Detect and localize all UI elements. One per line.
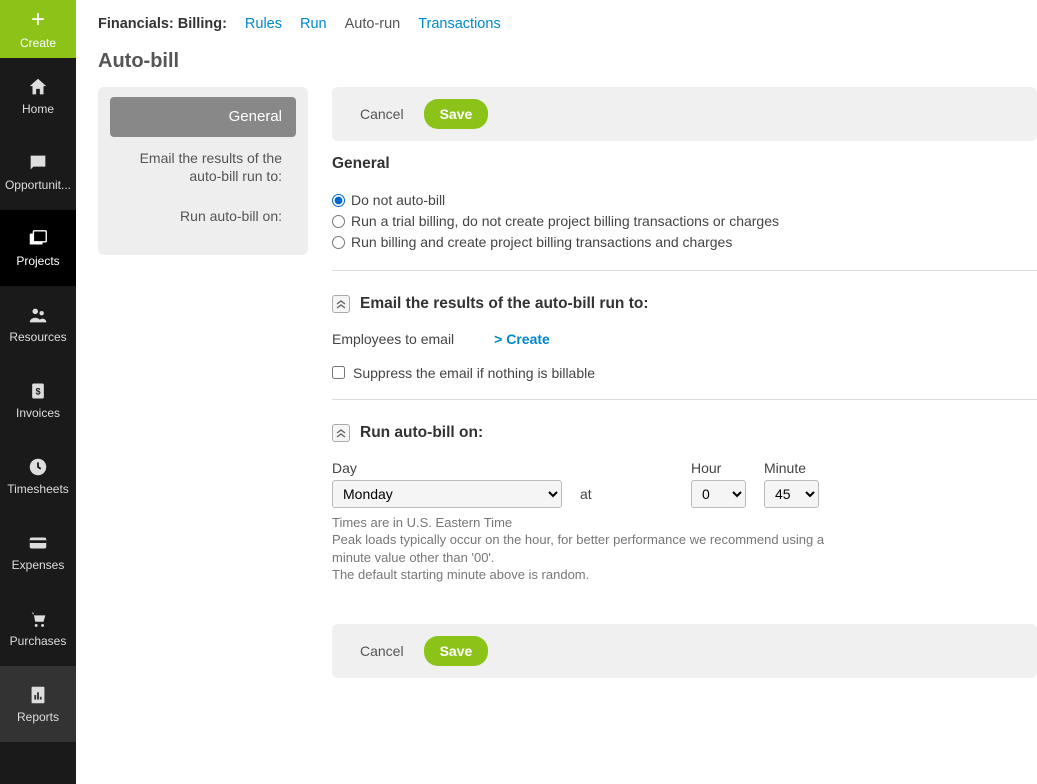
at-label: at: [580, 486, 592, 508]
employees-label: Employees to email: [332, 331, 454, 347]
chevron-double-up-icon: [336, 428, 346, 438]
report-icon: [27, 684, 49, 706]
minute-select[interactable]: 45: [764, 480, 819, 508]
radio-trial-billing[interactable]: [332, 215, 345, 228]
mini-nav-general[interactable]: General: [110, 97, 296, 137]
divider: [332, 399, 1037, 400]
sidebar-item-expenses[interactable]: Expenses: [0, 514, 76, 590]
sidebar-create-button[interactable]: + Create: [0, 0, 76, 58]
email-title-text: Email the results of the auto-bill run t…: [360, 295, 648, 313]
sidebar-expenses-label: Expenses: [12, 558, 65, 572]
sidebar-timesheets-label: Timesheets: [7, 482, 69, 496]
button-bar-top: Cancel Save: [332, 87, 1037, 141]
schedule-row: Day Monday at Hour 0 Minute 45: [332, 460, 1037, 508]
breadcrumb-run[interactable]: Run: [300, 16, 327, 32]
sidebar-resources-label: Resources: [9, 330, 66, 344]
people-icon: [27, 304, 49, 326]
hour-select[interactable]: 0: [691, 480, 746, 508]
plus-icon: +: [31, 8, 45, 32]
suppress-email-checkbox[interactable]: [332, 366, 345, 379]
collapse-icon[interactable]: [332, 424, 350, 442]
breadcrumb-label: Financials: Billing:: [98, 16, 227, 32]
sidebar-item-timesheets[interactable]: Timesheets: [0, 438, 76, 514]
credit-card-icon: [27, 532, 49, 554]
breadcrumb-transactions[interactable]: Transactions: [418, 16, 500, 32]
sidebar-item-opportunities[interactable]: Opportunit...: [0, 134, 76, 210]
section-general-title: General: [332, 155, 1037, 173]
breadcrumb: Financials: Billing: Rules Run Auto-run …: [98, 16, 1015, 32]
sidebar: + Create Home Opportunit... Projects Res…: [0, 0, 76, 784]
sidebar-item-home[interactable]: Home: [0, 58, 76, 134]
chat-icon: [27, 152, 49, 174]
schedule-title-text: Run auto-bill on:: [360, 424, 483, 442]
breadcrumb-bar: Financials: Billing: Rules Run Auto-run …: [76, 0, 1037, 87]
svg-text:$: $: [35, 386, 40, 396]
sidebar-create-label: Create: [20, 36, 56, 50]
minute-label: Minute: [764, 460, 819, 476]
mini-nav: General Email the results of the auto-bi…: [98, 87, 308, 255]
sidebar-opportunities-label: Opportunit...: [5, 178, 71, 192]
content: General Email the results of the auto-bi…: [76, 87, 1037, 784]
sidebar-reports-label: Reports: [17, 710, 59, 724]
sidebar-invoices-label: Invoices: [16, 406, 60, 420]
cancel-button[interactable]: Cancel: [360, 643, 404, 659]
button-bar-bottom: Cancel Save: [332, 624, 1037, 678]
mini-nav-email[interactable]: Email the results of the auto-bill run t…: [110, 139, 296, 195]
radio-run-billing[interactable]: [332, 236, 345, 249]
schedule-help: Times are in U.S. Eastern Time Peak load…: [332, 514, 832, 584]
help-line-3: The default starting minute above is ran…: [332, 566, 832, 584]
sidebar-purchases-label: Purchases: [10, 634, 67, 648]
projects-icon: [27, 228, 49, 250]
cart-icon: [27, 608, 49, 630]
radio-do-not-autobill[interactable]: [332, 194, 345, 207]
sidebar-item-invoices[interactable]: $ Invoices: [0, 362, 76, 438]
sidebar-item-projects[interactable]: Projects: [0, 210, 76, 286]
main: Financials: Billing: Rules Run Auto-run …: [76, 0, 1037, 784]
breadcrumb-autorun: Auto-run: [345, 16, 401, 32]
employees-to-email-row: Employees to email > Create: [332, 331, 1037, 347]
page-title: Auto-bill: [98, 50, 1015, 73]
breadcrumb-rules[interactable]: Rules: [245, 16, 282, 32]
sidebar-item-resources[interactable]: Resources: [0, 286, 76, 362]
help-line-2: Peak loads typically occur on the hour, …: [332, 531, 832, 566]
cancel-button[interactable]: Cancel: [360, 106, 404, 122]
hour-label: Hour: [691, 460, 746, 476]
create-employee-link[interactable]: > Create: [494, 331, 550, 347]
section-schedule-title: Run auto-bill on:: [332, 424, 1037, 442]
autobill-radio-group: Do not auto-bill Run a trial billing, do…: [332, 191, 1037, 252]
sidebar-projects-label: Projects: [16, 254, 59, 268]
sidebar-item-purchases[interactable]: Purchases: [0, 590, 76, 666]
divider: [332, 270, 1037, 271]
radio-trial-billing-label: Run a trial billing, do not create proje…: [351, 212, 779, 231]
suppress-email-label: Suppress the email if nothing is billabl…: [353, 365, 595, 381]
radio-do-not-autobill-label: Do not auto-bill: [351, 191, 445, 210]
home-icon: [27, 76, 49, 98]
suppress-email-row: Suppress the email if nothing is billabl…: [332, 365, 1037, 381]
sidebar-item-reports[interactable]: Reports: [0, 666, 76, 742]
general-title-text: General: [332, 155, 390, 173]
clock-icon: [27, 456, 49, 478]
chevron-double-up-icon: [336, 299, 346, 309]
section-email-title: Email the results of the auto-bill run t…: [332, 295, 1037, 313]
radio-run-billing-label: Run billing and create project billing t…: [351, 233, 732, 252]
collapse-icon[interactable]: [332, 295, 350, 313]
form-area: Cancel Save General Do not auto-bill Run…: [332, 87, 1037, 784]
day-select[interactable]: Monday: [332, 480, 562, 508]
mini-nav-schedule[interactable]: Run auto-bill on:: [110, 197, 296, 235]
invoice-icon: $: [28, 380, 48, 402]
save-button[interactable]: Save: [424, 99, 489, 129]
help-line-1: Times are in U.S. Eastern Time: [332, 514, 832, 532]
sidebar-home-label: Home: [22, 102, 54, 116]
day-label: Day: [332, 460, 562, 476]
save-button[interactable]: Save: [424, 636, 489, 666]
